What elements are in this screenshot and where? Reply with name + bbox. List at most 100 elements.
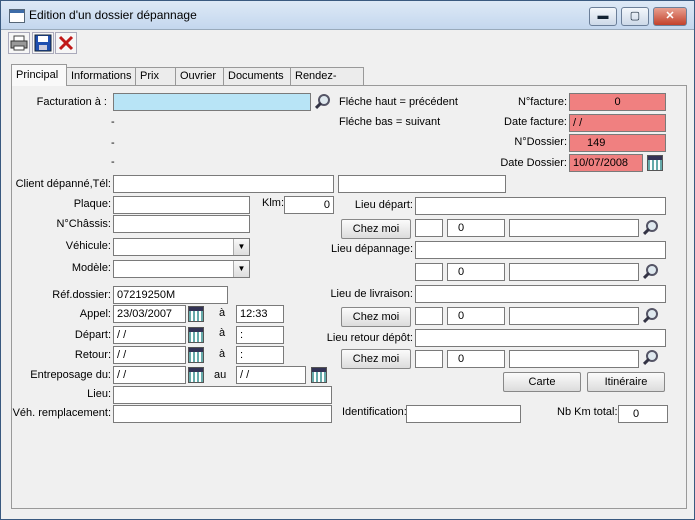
facturation-address-line1: - xyxy=(111,116,115,128)
vehrempl-input[interactable] xyxy=(113,405,332,423)
carte-button[interactable]: Carte xyxy=(503,372,581,392)
tab-principal[interactable]: Principal xyxy=(11,64,67,86)
chassis-label: N°Châssis: xyxy=(56,218,111,230)
retour-calendar-icon[interactable] xyxy=(188,347,204,363)
retour-city-input[interactable] xyxy=(509,350,639,368)
retour-time-input[interactable]: : xyxy=(236,346,284,364)
chez-moi-retour-button[interactable]: Chez moi xyxy=(341,349,411,369)
client-name-input[interactable] xyxy=(113,175,334,193)
retour-number-input[interactable]: 0 xyxy=(447,350,505,368)
refdossier-input[interactable]: 07219250M xyxy=(113,286,228,304)
retour-search-icon[interactable] xyxy=(641,349,659,367)
appel-time-input[interactable]: 12:33 xyxy=(236,305,284,323)
facturation-search-icon[interactable] xyxy=(313,93,331,111)
depart-postcode-input[interactable] xyxy=(415,219,443,237)
chevron-down-icon: ▼ xyxy=(233,239,249,255)
save-icon xyxy=(34,34,52,52)
printer-icon xyxy=(10,35,28,51)
tab-informations[interactable]: Informations xyxy=(66,67,138,85)
print-button[interactable] xyxy=(8,32,30,54)
entreposage-to-input[interactable]: / / xyxy=(236,366,306,384)
depart-city-input[interactable] xyxy=(509,219,639,237)
client-phone-input[interactable] xyxy=(338,175,506,193)
itineraire-button[interactable]: Itinéraire xyxy=(587,372,665,392)
minimize-button[interactable]: ▬ xyxy=(589,7,617,26)
lieudepannage-input[interactable] xyxy=(415,241,666,259)
depannage-postcode-input[interactable] xyxy=(415,263,443,281)
nfacture-field[interactable]: 0 xyxy=(569,93,666,111)
depart-calendar-icon[interactable] xyxy=(188,327,204,343)
lieuretour-label: Lieu retour dépôt: xyxy=(326,332,413,344)
close-button[interactable]: ✕ xyxy=(653,7,687,26)
chez-moi-livraison-button[interactable]: Chez moi xyxy=(341,307,411,327)
appel-calendar-icon[interactable] xyxy=(188,306,204,322)
lieu-input[interactable] xyxy=(113,386,332,404)
plaque-label: Plaque: xyxy=(73,198,111,210)
tab-rendez-vous[interactable]: Rendez-vous xyxy=(290,67,364,99)
datefacture-field[interactable]: / / xyxy=(569,114,666,132)
livraison-postcode-input[interactable] xyxy=(415,307,443,325)
identification-input[interactable] xyxy=(406,405,521,423)
datedossier-calendar-icon[interactable] xyxy=(647,155,663,171)
toolbar xyxy=(1,30,694,55)
window-title: Edition d'un dossier dépannage xyxy=(29,8,197,22)
maximize-button[interactable]: ▢ xyxy=(621,7,649,26)
depart-search-icon[interactable] xyxy=(641,219,659,237)
chevron-down-icon: ▼ xyxy=(233,261,249,277)
lieuretour-input[interactable] xyxy=(415,329,666,347)
lieulivraison-input[interactable] xyxy=(415,285,666,303)
chassis-input[interactable] xyxy=(113,215,250,233)
depart-a-label: à xyxy=(219,327,226,339)
modele-select[interactable]: ▼ xyxy=(113,260,250,278)
window-icon xyxy=(9,9,25,23)
client-label: Client dépanné,Tél: xyxy=(15,178,111,190)
delete-icon xyxy=(58,35,74,51)
depannage-city-input[interactable] xyxy=(509,263,639,281)
tab-documents[interactable]: Documents xyxy=(223,67,293,85)
depannage-search-icon[interactable] xyxy=(641,263,659,281)
datedossier-label: Date Dossier: xyxy=(500,157,567,169)
save-button[interactable] xyxy=(32,32,54,54)
chez-moi-depart-button[interactable]: Chez moi xyxy=(341,219,411,239)
retour-a-label: à xyxy=(219,348,226,360)
vehicule-select[interactable]: ▼ xyxy=(113,238,250,256)
tab-prix[interactable]: Prix xyxy=(135,67,176,85)
facturation-input[interactable] xyxy=(113,93,311,111)
depart-date-input[interactable]: / / xyxy=(113,326,186,344)
retour-postcode-input[interactable] xyxy=(415,350,443,368)
lieu-label: Lieu: xyxy=(87,388,111,400)
depart-number-input[interactable]: 0 xyxy=(447,219,505,237)
depart-time-input[interactable]: : xyxy=(236,326,284,344)
ndossier-label: N°Dossier: xyxy=(514,136,567,148)
livraison-city-input[interactable] xyxy=(509,307,639,325)
retour-date-input[interactable]: / / xyxy=(113,346,186,364)
entreposage-from-input[interactable]: / / xyxy=(113,366,186,384)
depannage-number-input[interactable]: 0 xyxy=(447,263,505,281)
modele-label: Modèle: xyxy=(71,262,111,274)
tab-ouvrier[interactable]: Ouvrier xyxy=(175,67,225,85)
datedossier-field[interactable]: 10/07/2008 xyxy=(569,154,643,172)
livraison-search-icon[interactable] xyxy=(641,307,659,325)
plaque-input[interactable] xyxy=(113,196,250,214)
lieudepart-label: Lieu départ: xyxy=(354,199,413,211)
livraison-number-input[interactable]: 0 xyxy=(447,307,505,325)
lieudepannage-label: Lieu dépannage: xyxy=(331,243,413,255)
lieulivraison-label: Lieu de livraison: xyxy=(330,288,413,300)
delete-button[interactable] xyxy=(55,32,77,54)
entreposage-from-calendar-icon[interactable] xyxy=(188,367,204,383)
title-bar: Edition d'un dossier dépannage ▬ ▢ ✕ xyxy=(1,1,694,30)
refdossier-label: Réf.dossier: xyxy=(52,289,111,301)
datefacture-label: Date facture: xyxy=(504,116,567,128)
appel-a-label: à xyxy=(219,307,226,319)
appel-label: Appel: xyxy=(79,308,111,320)
hint-down: Fléche bas = suivant xyxy=(339,116,441,128)
entreposage-au-label: au xyxy=(214,369,227,381)
entreposage-to-calendar-icon[interactable] xyxy=(311,367,327,383)
identification-label: Identification: xyxy=(342,406,407,418)
ndossier-field[interactable]: 149 xyxy=(569,134,666,152)
nbkm-input[interactable]: 0 xyxy=(618,405,668,423)
appel-date-input[interactable]: 23/03/2007 xyxy=(113,305,186,323)
facturation-address-line3: - xyxy=(111,156,115,168)
lieudepart-input[interactable] xyxy=(415,197,666,215)
entreposage-label: Entreposage du: xyxy=(30,369,111,381)
